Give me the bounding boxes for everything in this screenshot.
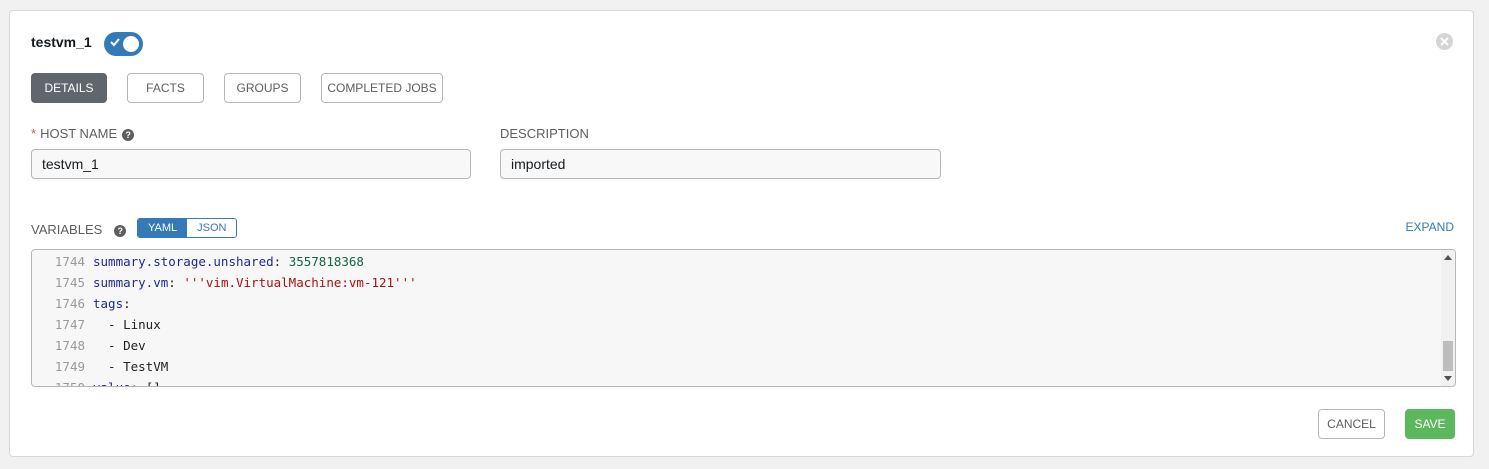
close-icon bbox=[1440, 37, 1449, 46]
code-line: 1746 tags: bbox=[32, 293, 1437, 314]
scrollbar-thumb[interactable] bbox=[1443, 341, 1453, 371]
yaml-key: value bbox=[93, 380, 131, 386]
code-line: 1749 - TestVM bbox=[32, 356, 1437, 377]
yaml-separator: : bbox=[273, 254, 289, 269]
yaml-value: - Linux bbox=[93, 317, 161, 332]
help-icon[interactable]: ? bbox=[114, 225, 127, 237]
code-line: 1750 value: [] bbox=[32, 377, 1437, 386]
scroll-up-arrow-icon[interactable] bbox=[1444, 255, 1452, 260]
tab-completed-jobs[interactable]: COMPLETED JOBS bbox=[321, 73, 443, 103]
expand-link[interactable]: EXPAND bbox=[1406, 220, 1454, 234]
scroll-down-arrow-icon[interactable] bbox=[1444, 376, 1452, 381]
toggle-knob bbox=[123, 36, 139, 52]
yaml-value: - TestVM bbox=[93, 359, 169, 374]
description-label: DESCRIPTION bbox=[500, 126, 589, 141]
code-line: 1745 summary.vm: '''vim.VirtualMachine:vm… bbox=[32, 272, 1437, 293]
yaml-separator: : bbox=[168, 275, 184, 290]
yaml-key: tags bbox=[93, 296, 124, 311]
code-text: - TestVM bbox=[93, 356, 168, 377]
tab-facts[interactable]: FACTS bbox=[127, 73, 204, 103]
line-number: 1746 bbox=[54, 296, 85, 311]
variables-label-text: VARIABLES bbox=[31, 222, 103, 237]
line-number: 1744 bbox=[54, 254, 85, 269]
host-name-label: * HOST NAME? bbox=[31, 126, 135, 141]
yaml-value: [] bbox=[146, 380, 161, 386]
save-button[interactable]: SAVE bbox=[1405, 409, 1455, 439]
code-text: summary.storage.unshared: 3557818368 bbox=[93, 251, 364, 272]
enabled-toggle[interactable] bbox=[104, 32, 143, 56]
line-number: 1747 bbox=[54, 317, 85, 332]
line-number: 1749 bbox=[54, 359, 85, 374]
yaml-separator: : bbox=[131, 380, 146, 386]
description-input[interactable] bbox=[500, 149, 941, 179]
cancel-button[interactable]: CANCEL bbox=[1318, 409, 1385, 439]
variables-label: VARIABLES? bbox=[31, 222, 127, 237]
yaml-key: summary.storage.unshared bbox=[93, 254, 274, 269]
editor-scrollbar[interactable] bbox=[1441, 250, 1455, 386]
host-name-input[interactable] bbox=[31, 149, 471, 179]
host-name-label-text: HOST NAME bbox=[40, 126, 118, 141]
close-button[interactable] bbox=[1436, 33, 1453, 50]
code-text: - Linux bbox=[93, 314, 161, 335]
yaml-value: '''vim.VirtualMachine:vm-121''' bbox=[183, 275, 417, 290]
code-line: 1748 - Dev bbox=[32, 335, 1437, 356]
code-text: summary.vm: '''vim.VirtualMachine:vm-121… bbox=[93, 272, 417, 293]
line-number: 1748 bbox=[54, 338, 85, 353]
yaml-separator: : bbox=[123, 296, 131, 311]
yaml-key: summary.vm bbox=[93, 275, 169, 290]
yaml-value: 3557818368 bbox=[288, 254, 364, 269]
help-icon[interactable]: ? bbox=[122, 129, 135, 141]
variables-code-editor[interactable]: 1744 summary.storage.unshared: 3557818368… bbox=[31, 249, 1456, 387]
code-text: - Dev bbox=[93, 335, 146, 356]
json-option[interactable]: JSON bbox=[187, 219, 237, 237]
code-text: value: [] bbox=[93, 377, 161, 386]
host-title: testvm_1 bbox=[31, 34, 92, 50]
yaml-value: - Dev bbox=[93, 338, 146, 353]
tab-groups[interactable]: GROUPS bbox=[224, 73, 301, 103]
code-line: 1747 - Linux bbox=[32, 314, 1437, 335]
required-asterisk: * bbox=[31, 126, 37, 141]
host-edit-panel: testvm_1 DETAILS FACTS GROUPS COMPLETED … bbox=[9, 10, 1474, 457]
code-text: tags: bbox=[93, 293, 131, 314]
check-icon bbox=[110, 38, 120, 47]
tab-details[interactable]: DETAILS bbox=[31, 73, 107, 103]
yaml-option[interactable]: YAML bbox=[138, 219, 188, 237]
line-number: 1750 bbox=[32, 377, 85, 386]
code-line: 1744 summary.storage.unshared: 3557818368 bbox=[32, 251, 1437, 272]
variables-format-toggle: YAML JSON bbox=[137, 218, 238, 238]
line-number: 1745 bbox=[54, 275, 85, 290]
